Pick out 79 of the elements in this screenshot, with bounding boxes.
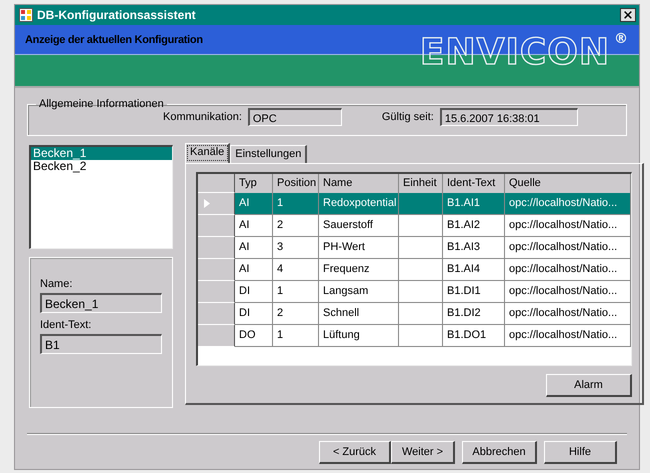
column-header[interactable]: Name bbox=[319, 174, 399, 193]
group-legend: Allgemeine Informationen bbox=[36, 98, 167, 110]
table-cell: B1.AI3 bbox=[443, 237, 505, 259]
table-cell: Frequenz bbox=[319, 259, 399, 281]
list-item[interactable]: Becken_2 bbox=[31, 160, 172, 173]
header-corner bbox=[198, 174, 235, 193]
table-cell: DI bbox=[235, 303, 273, 325]
table-cell: B1.AI2 bbox=[443, 215, 505, 237]
table-cell bbox=[399, 237, 443, 259]
table-cell: opc://localhost/Natio... bbox=[505, 237, 631, 259]
row-header[interactable] bbox=[198, 259, 235, 281]
table-cell: B1.DI1 bbox=[443, 281, 505, 303]
app-icon bbox=[19, 8, 33, 22]
table-cell bbox=[399, 259, 443, 281]
row-pointer-icon bbox=[204, 199, 210, 208]
table-cell: AI bbox=[235, 237, 273, 259]
field-label: Name: bbox=[40, 278, 74, 290]
table-cell: 1 bbox=[273, 193, 319, 215]
table-cell: 2 bbox=[273, 303, 319, 325]
window-title: DB-Konfigurationsassistent bbox=[37, 8, 197, 22]
table-cell: 2 bbox=[273, 215, 319, 237]
row-header[interactable] bbox=[198, 215, 235, 237]
field-label: Kommunikation: bbox=[163, 111, 242, 123]
table-cell bbox=[399, 303, 443, 325]
row-header[interactable] bbox=[198, 281, 235, 303]
table-cell: opc://localhost/Natio... bbox=[505, 193, 631, 215]
table-cell: B1.AI4 bbox=[443, 259, 505, 281]
readonly-field: Becken_1 bbox=[40, 293, 162, 313]
row-header[interactable] bbox=[198, 193, 235, 215]
table-cell: PH-Wert bbox=[319, 237, 399, 259]
table-cell: DI bbox=[235, 281, 273, 303]
table-cell: opc://localhost/Natio... bbox=[505, 325, 631, 347]
field-label: Ident-Text: bbox=[40, 319, 92, 331]
table-cell: B1.DO1 bbox=[443, 325, 505, 347]
alarm-button[interactable]: Alarm bbox=[546, 374, 632, 397]
table-cell: 1 bbox=[273, 281, 319, 303]
table-cell: Sauerstoff bbox=[319, 215, 399, 237]
table-cell: Schnell bbox=[319, 303, 399, 325]
wizard-button[interactable]: Abbrechen bbox=[462, 441, 537, 464]
table-cell: Redoxpotential bbox=[319, 193, 399, 215]
table-cell: DO bbox=[235, 325, 273, 347]
readonly-field: OPC bbox=[248, 108, 342, 126]
table-cell: opc://localhost/Natio... bbox=[505, 215, 631, 237]
wizard-button[interactable]: < Zurück bbox=[319, 441, 391, 464]
column-header[interactable]: Ident-Text bbox=[443, 174, 505, 193]
readonly-field: 15.6.2007 16:38:01 bbox=[440, 108, 578, 126]
table-cell: 3 bbox=[273, 237, 319, 259]
wizard-button[interactable]: Hilfe bbox=[544, 441, 617, 464]
table-cell: B1.DI2 bbox=[443, 303, 505, 325]
tab[interactable]: Einstellungen bbox=[230, 145, 308, 163]
table-cell bbox=[399, 193, 443, 215]
table-cell: Lüftung bbox=[319, 325, 399, 347]
row-header[interactable] bbox=[198, 303, 235, 325]
row-header[interactable] bbox=[198, 325, 235, 347]
field-label: Gültig seit: bbox=[382, 111, 434, 123]
table-cell: 4 bbox=[273, 259, 319, 281]
table-cell: opc://localhost/Natio... bbox=[505, 259, 631, 281]
column-header[interactable]: Typ bbox=[235, 174, 273, 193]
row-header[interactable] bbox=[198, 237, 235, 259]
table-cell: 1 bbox=[273, 325, 319, 347]
table-cell: B1.AI1 bbox=[443, 193, 505, 215]
close-button[interactable]: × bbox=[620, 8, 636, 22]
column-header[interactable]: Quelle bbox=[505, 174, 631, 193]
tab[interactable]: Kanäle bbox=[185, 143, 230, 163]
column-header[interactable]: Position bbox=[273, 174, 319, 193]
wizard-button[interactable]: Weiter > bbox=[391, 441, 455, 464]
table-cell: opc://localhost/Natio... bbox=[505, 281, 631, 303]
table-cell: AI bbox=[235, 215, 273, 237]
table-cell bbox=[399, 281, 443, 303]
table-cell bbox=[399, 325, 443, 347]
table-cell: Langsam bbox=[319, 281, 399, 303]
list-item[interactable]: Becken_1 bbox=[31, 147, 172, 160]
column-header[interactable]: Einheit bbox=[399, 174, 443, 193]
table-cell bbox=[399, 215, 443, 237]
table-cell: opc://localhost/Natio... bbox=[505, 303, 631, 325]
header-subtitle: Anzeige der aktuellen Konfiguration bbox=[25, 34, 203, 46]
table-cell: AI bbox=[235, 193, 273, 215]
readonly-field: B1 bbox=[40, 334, 162, 354]
table-cell: AI bbox=[235, 259, 273, 281]
